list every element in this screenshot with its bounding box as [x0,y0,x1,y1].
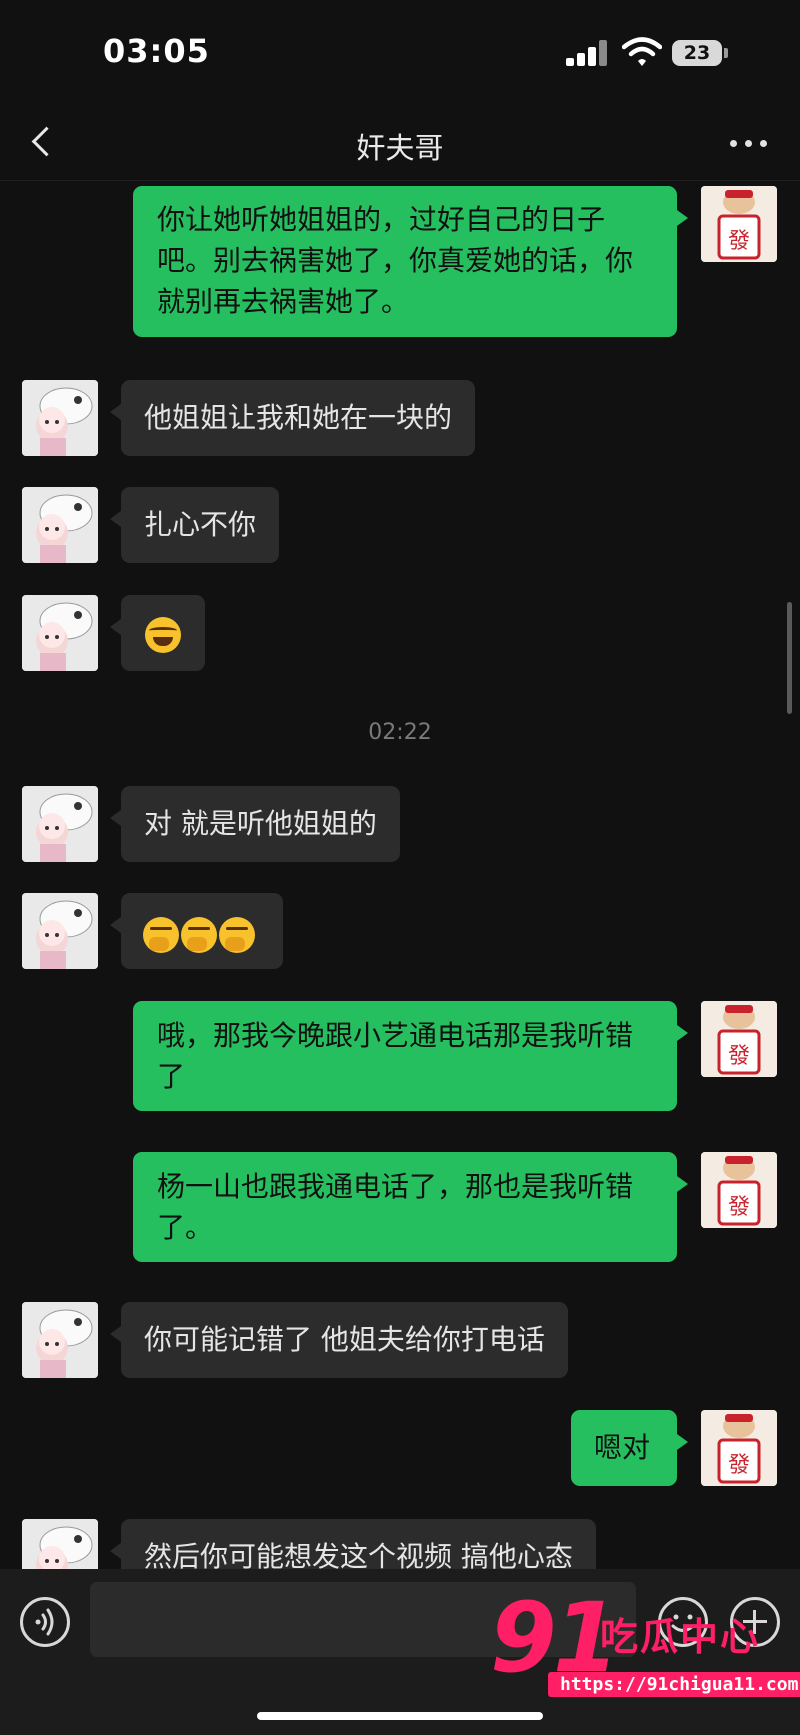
message-bubble-self[interactable]: 嗯对 [571,1410,688,1486]
message-bubble-other[interactable]: 扎心不你 [109,487,280,563]
home-indicator [257,1712,543,1720]
girl-with-cow-avatar-icon [22,595,98,671]
message-text: 你让她听她姐姐的，过好自己的日子吧。别去祸害她了，你真爱她的话，你就别再去祸害她… [157,203,634,318]
svg-text:發: 發 [728,1044,750,1069]
message-text: 然后你可能想发这个视频 搞他心态 [144,1540,573,1569]
contact-avatar[interactable] [22,595,98,671]
self-avatar[interactable]: 發 [701,186,777,262]
more-options-button[interactable] [724,125,774,161]
watermark-text: 吃瓜中心 [600,1615,761,1659]
message-bubble-self[interactable]: 哦，那我今晚跟小艺通电话那是我听错了 [133,1001,688,1111]
battery-indicator: 23 [672,40,722,66]
mahjong-avatar-icon: 發 [701,1152,777,1228]
contact-avatar[interactable] [22,786,98,862]
message-text: 他姐姐让我和她在一块的 [144,401,453,434]
self-avatar[interactable]: 發 [701,1001,777,1077]
watermark-url: https://91chigua11.com [548,1672,800,1697]
contact-avatar[interactable] [22,380,98,456]
message-text: 对 就是听他姐姐的 [144,807,377,840]
message-bubble-other[interactable] [110,595,205,671]
message-timestamp: 02:22 [368,720,432,745]
chat-title: 奸夫哥 [356,131,444,165]
battery-tip [724,48,728,58]
self-avatar[interactable]: 發 [701,1152,777,1228]
message-text: 扎心不你 [144,508,257,541]
contact-avatar[interactable] [22,1302,98,1378]
mahjong-avatar-icon: 發 [701,1001,777,1077]
message-text: 嗯对 [594,1431,651,1464]
girl-with-cow-avatar-icon [22,487,98,563]
status-time: 03:05 [103,32,210,70]
voice-wave-icon [35,1608,54,1636]
wifi-icon [622,37,662,66]
girl-with-cow-avatar-icon [22,1302,98,1378]
hand-over-mouth-emoji-icon [143,917,179,953]
chat-header: 奸夫哥 [0,105,800,181]
girl-with-cow-avatar-icon [22,893,98,969]
message-bubble-other[interactable]: 你可能记错了 他姐夫给你打电话 [110,1302,568,1378]
message-text: 哦，那我今晚跟小艺通电话那是我听错了 [157,1019,634,1093]
contact-avatar[interactable] [22,1519,98,1569]
contact-avatar[interactable] [22,893,98,969]
hand-over-mouth-emoji-icon [219,917,255,953]
hand-over-mouth-emoji-icon [181,917,217,953]
message-bubble-self[interactable]: 杨一山也跟我通电话了，那也是我听错了。 [133,1152,688,1262]
girl-with-cow-avatar-icon [22,786,98,862]
self-avatar[interactable]: 發 [701,1410,777,1486]
message-bubble-other[interactable] [110,893,283,969]
voice-input-button[interactable] [20,1597,70,1647]
status-bar: 03:05 23 [0,0,800,105]
scrollbar[interactable] [787,602,792,714]
svg-text:發: 發 [728,1195,750,1220]
message-bubble-other[interactable]: 他姐姐让我和她在一块的 [109,380,476,456]
mahjong-avatar-icon: 發 [701,1410,777,1486]
watermark-logo: 91 吃瓜中心 https://91chigua11.com [490,1582,800,1700]
chat-message-list[interactable]: 發 你让她听她姐姐的，过好自己的日子吧。别去祸害她了，你真爱她的话，你就别再去祸… [0,182,800,1569]
svg-text:發: 發 [728,1453,750,1478]
contact-avatar[interactable] [22,487,98,563]
girl-with-cow-avatar-icon [22,380,98,456]
laughing-tears-emoji-icon [145,617,181,653]
message-bubble-other[interactable]: 对 就是听他姐姐的 [110,786,400,862]
message-bubble-other[interactable]: 然后你可能想发这个视频 搞他心态 [110,1519,596,1569]
cellular-signal-icon [566,40,608,66]
message-bubble-self[interactable]: 你让她听她姐姐的，过好自己的日子吧。别去祸害她了，你真爱她的话，你就别再去祸害她… [133,186,688,337]
message-text: 杨一山也跟我通电话了，那也是我听错了。 [157,1170,634,1244]
mahjong-avatar-icon: 發 [701,186,777,262]
girl-with-cow-avatar-icon [22,1519,98,1569]
message-text: 你可能记错了 他姐夫给你打电话 [144,1323,545,1356]
svg-text:發: 發 [728,229,750,254]
